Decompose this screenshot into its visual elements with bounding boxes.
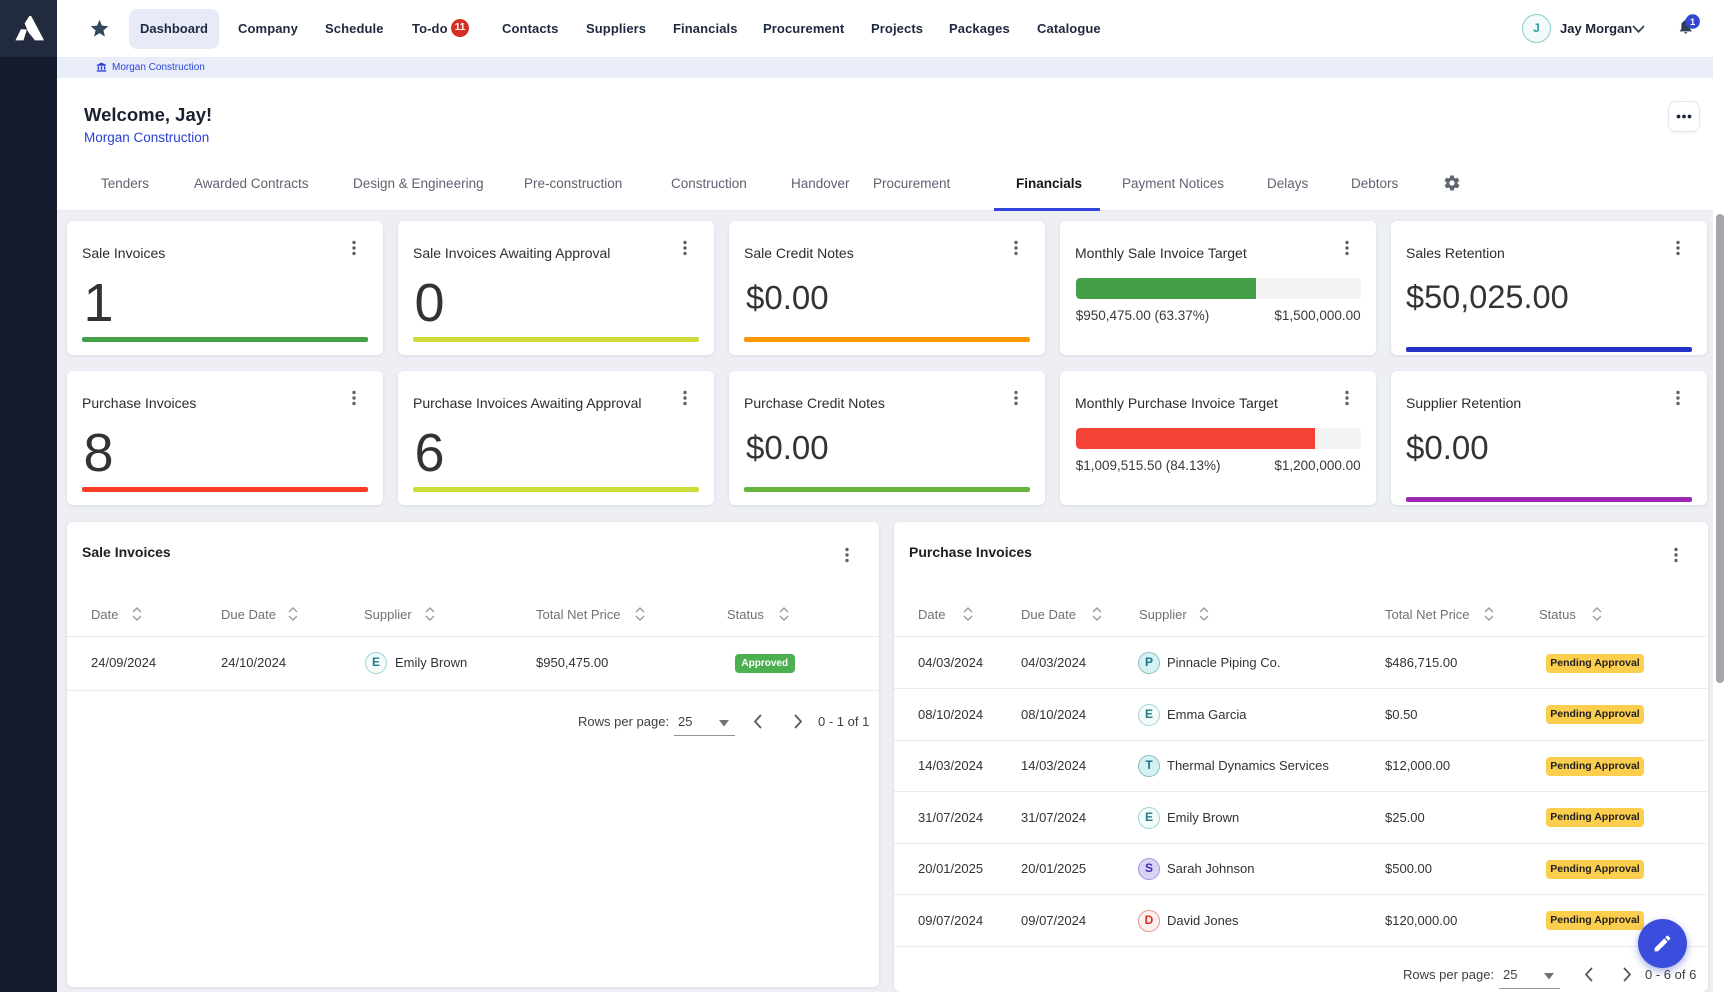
svg-text:1: 1 (1690, 17, 1696, 28)
